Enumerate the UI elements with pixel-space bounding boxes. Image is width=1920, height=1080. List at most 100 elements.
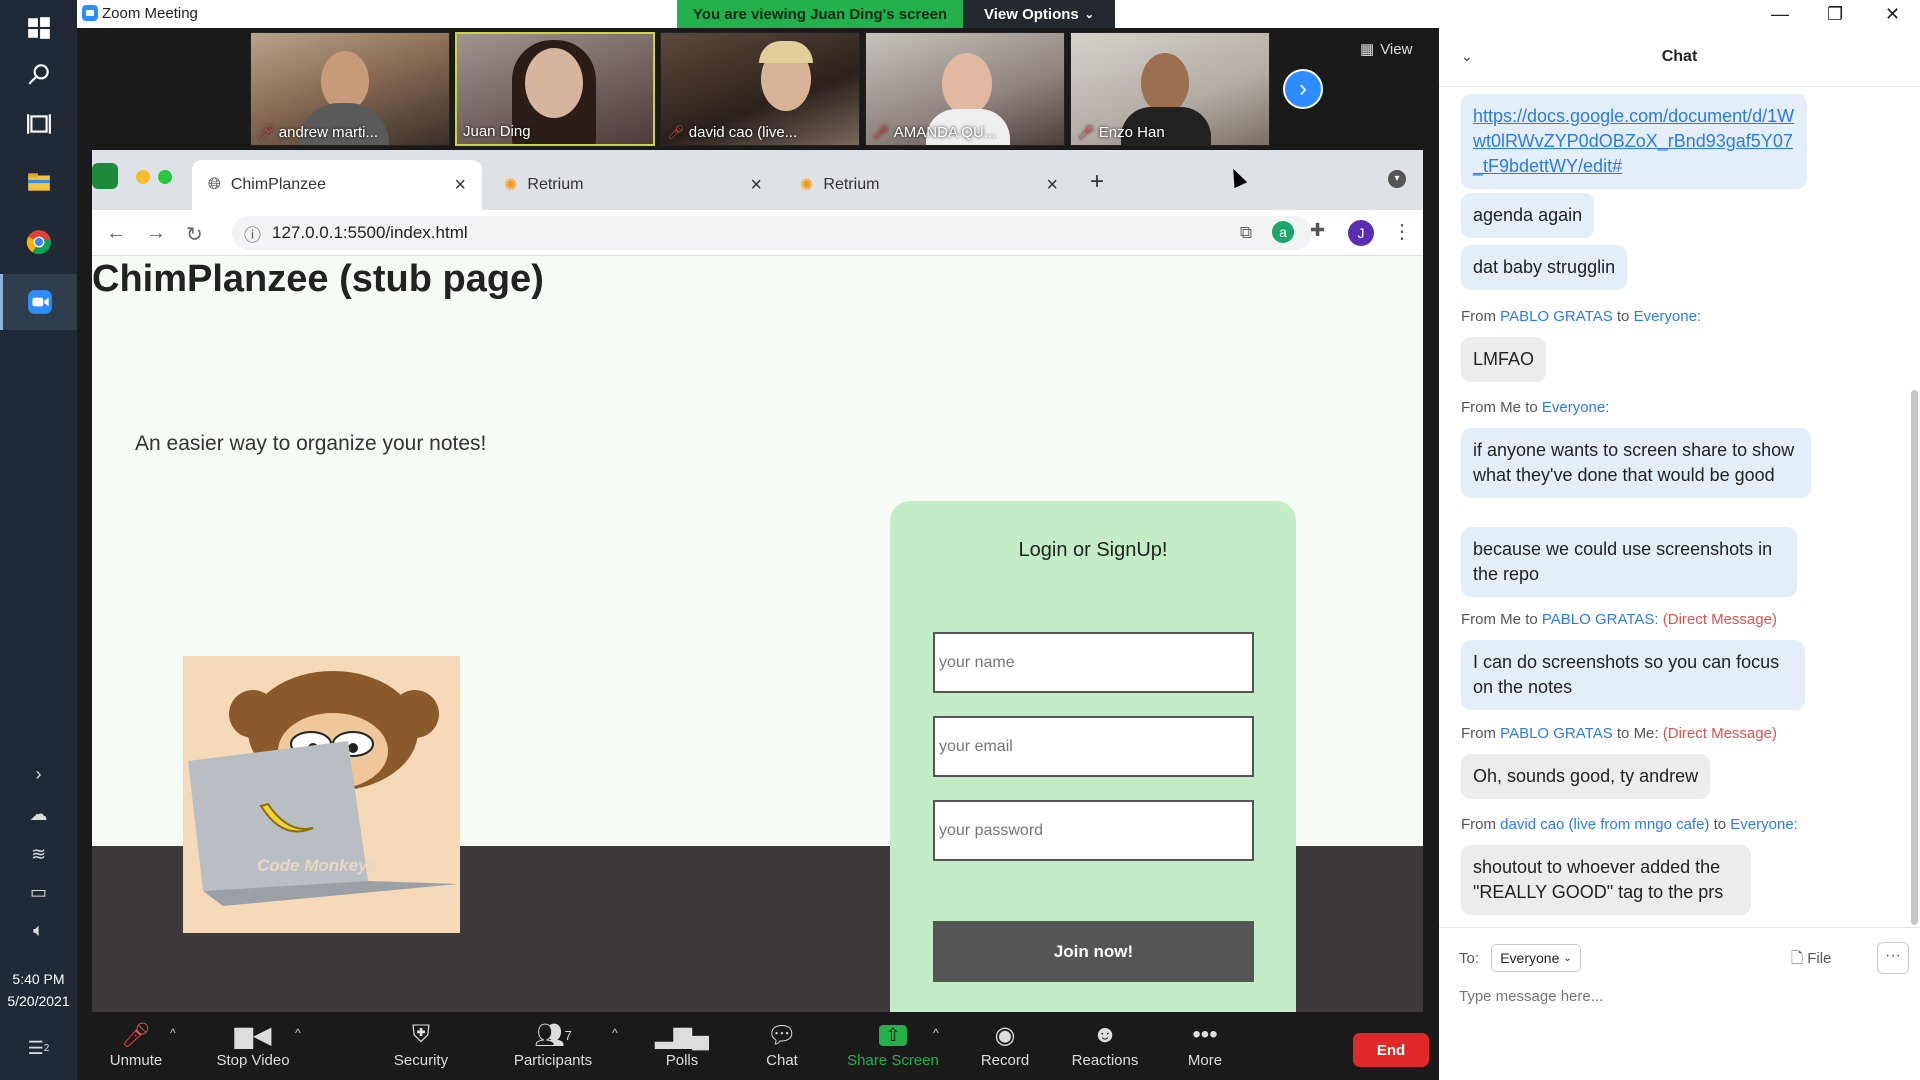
password-input[interactable]: your password (933, 800, 1254, 861)
more-button[interactable]: ••• More (1155, 1018, 1255, 1069)
battery-icon[interactable]: ▭ (0, 874, 77, 910)
page-title: ChimPlanzee (stub page) (92, 258, 544, 300)
polls-label: Polls (665, 1052, 699, 1069)
participants-options-icon[interactable]: ^ (612, 1026, 618, 1040)
close-tab-icon[interactable]: × (1046, 174, 1058, 197)
tab-retrium[interactable]: ✺ Retrium × (488, 160, 778, 210)
to-word: to (1525, 611, 1538, 628)
polls-button[interactable]: ▂▆▄ Polls (632, 1018, 732, 1070)
code-monkeys-logo: Code Monkeys (183, 656, 460, 933)
participant-name-tag: 🎤︎ andrew marti... (257, 124, 378, 141)
name-input[interactable]: your name (933, 632, 1254, 693)
participants-label: Participants (513, 1052, 593, 1069)
url-bar[interactable]: ⓘ 127.0.0.1:5500/index.html ⧉ ☆ (232, 216, 1312, 250)
notification-icon[interactable]: ☰ 2 (0, 1030, 77, 1066)
view-label: View (1380, 40, 1413, 58)
end-meeting-button[interactable]: End (1353, 1033, 1429, 1067)
to-word: to (1525, 399, 1538, 416)
chat-sender-line: From david cao (live from mngo cafe) to … (1461, 816, 1798, 833)
close-tab-icon[interactable]: × (750, 174, 762, 197)
maximize-dot-icon[interactable] (158, 170, 172, 184)
close-icon[interactable]: ✕ (1885, 4, 1900, 25)
view-options-label: View Options (984, 5, 1079, 23)
search-icon[interactable] (0, 46, 77, 102)
chat-label: Chat (766, 1052, 798, 1069)
record-button[interactable]: ◉ Record (955, 1018, 1055, 1070)
participant-face-front (525, 48, 583, 118)
message-input[interactable] (1459, 982, 1899, 1010)
zoom-app-icon[interactable] (0, 274, 77, 330)
share-options-icon[interactable]: ^ (933, 1026, 939, 1040)
kebab-menu-icon[interactable]: ⋮ (1392, 219, 1412, 244)
chat-more-button[interactable]: ··· (1877, 942, 1909, 974)
clock[interactable]: 5:40 PM 5/20/2021 (0, 968, 77, 1012)
wifi-icon[interactable]: ≋ (0, 836, 77, 872)
recipient-name: Everyone: (1633, 308, 1702, 325)
close-tab-icon[interactable]: × (454, 174, 466, 197)
translate-icon[interactable]: ⧉ (1240, 223, 1252, 243)
reload-icon[interactable]: ↻ (186, 222, 203, 247)
file-button[interactable]: 🗋︎ File (1791, 948, 1831, 973)
participant-face (942, 53, 992, 115)
back-icon[interactable]: ← (106, 222, 126, 245)
minimize-icon[interactable]: — (1771, 4, 1789, 25)
profile-avatar[interactable]: J (1348, 220, 1374, 246)
extension-icon[interactable]: a (1272, 221, 1294, 243)
volume-icon[interactable]: 🔈︎ (0, 912, 77, 948)
share-screen-button[interactable]: ⇧ Share Screen (843, 1018, 943, 1069)
tab-title: Retrium (823, 176, 880, 193)
url-text: 127.0.0.1:5500/index.html (272, 223, 468, 242)
email-input[interactable]: your email (933, 716, 1254, 777)
new-tab-icon[interactable]: + (1090, 168, 1104, 196)
participant-video[interactable]: 🎤︎ david cao (live... (660, 32, 860, 146)
forward-icon[interactable]: → (146, 222, 166, 245)
tab-retrium[interactable]: ✺ Retrium × (784, 160, 1074, 210)
recipient-name: PABLO GRATAS: (1541, 611, 1659, 628)
join-now-button[interactable]: Join now! (933, 921, 1254, 982)
cloud-icon[interactable]: ☁ (0, 796, 77, 832)
audio-options-icon[interactable]: ^ (170, 1026, 176, 1040)
security-button[interactable]: ⛨ Security (371, 1018, 471, 1069)
chevron-right-icon[interactable]: › (0, 756, 77, 792)
participant-video[interactable]: 🎤︎ Enzo Han (1070, 32, 1270, 146)
camera-icon: ▆◀ (234, 1021, 272, 1049)
ellipsis-icon: ••• (1192, 1021, 1218, 1048)
reactions-label: Reactions (1071, 1052, 1139, 1069)
from-word: From (1461, 308, 1496, 325)
tab-chimplanzee[interactable]: 🌐︎ ChimPlanzee × (192, 160, 482, 210)
reactions-button[interactable]: ☻ Reactions (1055, 1018, 1155, 1069)
view-options-button[interactable]: View Options ⌄ (963, 0, 1115, 28)
mic-muted-icon: 🎤︎ (667, 124, 685, 140)
minimize-dot-icon[interactable] (136, 170, 150, 184)
file-label: File (1807, 950, 1832, 967)
video-options-icon[interactable]: ^ (295, 1026, 301, 1040)
chat-link[interactable]: https://docs.google.com/document/d/1Wwt0… (1473, 106, 1794, 176)
view-button[interactable]: ▦ View (1360, 40, 1413, 59)
participant-video[interactable]: 🎤︎ andrew marti... (250, 32, 450, 146)
recipient-select[interactable]: Everyone ⌄ (1491, 944, 1581, 972)
stop-video-button[interactable]: ▆◀ Stop Video (203, 1018, 303, 1070)
next-page-button[interactable]: › (1283, 69, 1323, 109)
from-word: From (1461, 399, 1496, 416)
tab-search-icon[interactable]: ▾ (1388, 170, 1406, 188)
restore-icon[interactable]: ❐ (1827, 4, 1843, 25)
participant-video[interactable]: 🎤︎ AMANDA QU... (865, 32, 1065, 146)
shared-screen[interactable]: 🌐︎ ChimPlanzee × ✺ Retrium × ✺ Retrium × + ▾ ←… (92, 150, 1423, 1012)
participant-name: andrew marti... (278, 124, 378, 141)
chat-message: Oh, sounds good, ty andrew (1461, 754, 1711, 799)
puzzle-icon[interactable]: ✚ (1310, 220, 1325, 241)
participant-video-speaking[interactable]: Juan Ding (455, 32, 655, 146)
ellipsis-icon: ··· (1885, 947, 1901, 964)
divider (1439, 927, 1920, 928)
task-view-icon[interactable] (0, 96, 77, 152)
chat-scrollbar[interactable] (1911, 390, 1918, 925)
chat-sender-line: From Me to PABLO GRATAS: (Direct Message… (1461, 611, 1777, 628)
chat-button[interactable]: 💬︎ Chat (732, 1018, 832, 1070)
recipient-value: Everyone (1500, 950, 1560, 966)
viewing-banner: You are viewing Juan Ding's screen (677, 0, 963, 28)
windows-taskbar: › ☁ ≋ ▭ 🔈︎ 5:40 PM 5/20/2021 ☰ 2 (0, 0, 77, 1080)
participants-button[interactable]: 👥︎ 7 Participants (503, 1018, 603, 1070)
file-explorer-icon[interactable] (0, 154, 77, 210)
smiley-plus-icon: ☻ (1092, 1021, 1118, 1048)
chrome-icon[interactable] (0, 214, 77, 270)
